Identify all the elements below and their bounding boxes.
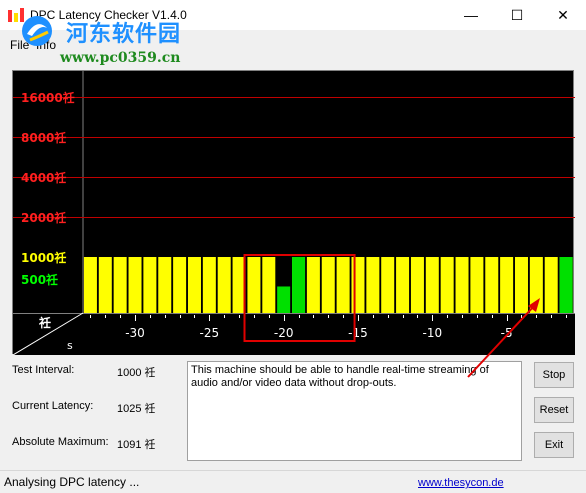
y-tick-label: 4000祍 bbox=[21, 170, 66, 185]
watermark: 河东软件园 www.pc0359.cn bbox=[20, 14, 220, 66]
latency-bar bbox=[113, 257, 127, 313]
latency-bar bbox=[247, 257, 261, 313]
y-tick-label: 2000祍 bbox=[21, 210, 66, 225]
website-link[interactable]: www.thesycon.de bbox=[418, 477, 504, 489]
x-axis-area bbox=[13, 313, 575, 355]
status-message-box: This machine should be able to handle re… bbox=[187, 361, 522, 461]
watermark-logo-icon bbox=[22, 16, 52, 46]
latency-bar bbox=[396, 257, 410, 313]
latency-bar-green bbox=[292, 257, 306, 313]
y-tick-label: 500祍 bbox=[21, 272, 58, 287]
status-text: Analysing DPC latency ... bbox=[4, 475, 140, 489]
latency-chart: 16000祍 8000祍 4000祍 2000祍 1000祍 500祍祍 s -30 -25 -2… bbox=[12, 70, 575, 355]
latency-bar bbox=[83, 257, 97, 313]
latency-bar bbox=[202, 257, 216, 313]
latency-bar bbox=[336, 257, 350, 313]
latency-bar bbox=[529, 257, 543, 313]
latency-bar bbox=[217, 257, 231, 313]
latency-bar bbox=[173, 257, 187, 313]
latency-bar bbox=[500, 257, 514, 313]
absolute-maximum-value: 1091 祍 bbox=[117, 439, 156, 451]
latency-bar bbox=[187, 257, 201, 313]
absolute-maximum-label: Absolute Maximum: bbox=[12, 436, 109, 448]
latency-bar bbox=[98, 257, 112, 313]
watermark-title: 河东软件园 bbox=[66, 22, 182, 47]
y-tick-label: 8000祍 bbox=[21, 130, 66, 145]
minimize-button[interactable]: — bbox=[448, 0, 494, 30]
latency-bar bbox=[514, 257, 528, 313]
latency-bar bbox=[425, 257, 439, 313]
current-latency-value: 1025 祍 bbox=[117, 403, 156, 415]
y-tick-label: 16000祍 bbox=[21, 90, 75, 105]
x-tick-label: -25 bbox=[200, 326, 220, 340]
x-tick-label: -30 bbox=[125, 326, 145, 340]
current-latency-label: Current Latency: bbox=[12, 400, 94, 412]
close-button[interactable]: ✕ bbox=[540, 0, 586, 30]
maximize-button[interactable]: ☐ bbox=[494, 0, 540, 30]
watermark-url: www.pc0359.cn bbox=[60, 50, 181, 66]
latency-bar bbox=[470, 257, 484, 313]
x-unit-label: s bbox=[67, 339, 73, 352]
reset-button[interactable]: Reset bbox=[534, 397, 574, 423]
latency-bar bbox=[440, 257, 454, 313]
latency-bar-green bbox=[277, 286, 291, 313]
latency-bar bbox=[351, 257, 365, 313]
y-unit-label: 祍 bbox=[38, 315, 51, 330]
latency-bar bbox=[485, 257, 499, 313]
stop-button[interactable]: Stop bbox=[534, 362, 574, 388]
test-interval-label: Test Interval: bbox=[12, 364, 75, 376]
y-tick-label: 1000祍 bbox=[21, 250, 66, 265]
latency-chart-svg: 16000祍 8000祍 4000祍 2000祍 1000祍 500祍祍 s -30 -25 -2… bbox=[13, 71, 575, 355]
status-bar: Analysing DPC latency ... www.thesycon.d… bbox=[0, 470, 586, 493]
latency-bar-green bbox=[559, 257, 573, 313]
latency-bar bbox=[544, 257, 558, 313]
latency-bar bbox=[455, 257, 469, 313]
exit-button[interactable]: Exit bbox=[534, 432, 574, 458]
latency-bar bbox=[321, 257, 335, 313]
latency-bar bbox=[410, 257, 424, 313]
x-tick-label: -15 bbox=[348, 326, 368, 340]
test-interval-value: 1000 祍 bbox=[117, 367, 156, 379]
latency-bar bbox=[143, 257, 157, 313]
latency-bar bbox=[158, 257, 172, 313]
x-tick-label: -10 bbox=[423, 326, 443, 340]
x-tick-label: -5 bbox=[501, 326, 513, 340]
latency-bar bbox=[381, 257, 395, 313]
latency-bar bbox=[366, 257, 380, 313]
latency-bar bbox=[306, 257, 320, 313]
x-tick-label: -20 bbox=[274, 326, 294, 340]
latency-bar bbox=[262, 257, 276, 313]
latency-bar bbox=[128, 257, 142, 313]
